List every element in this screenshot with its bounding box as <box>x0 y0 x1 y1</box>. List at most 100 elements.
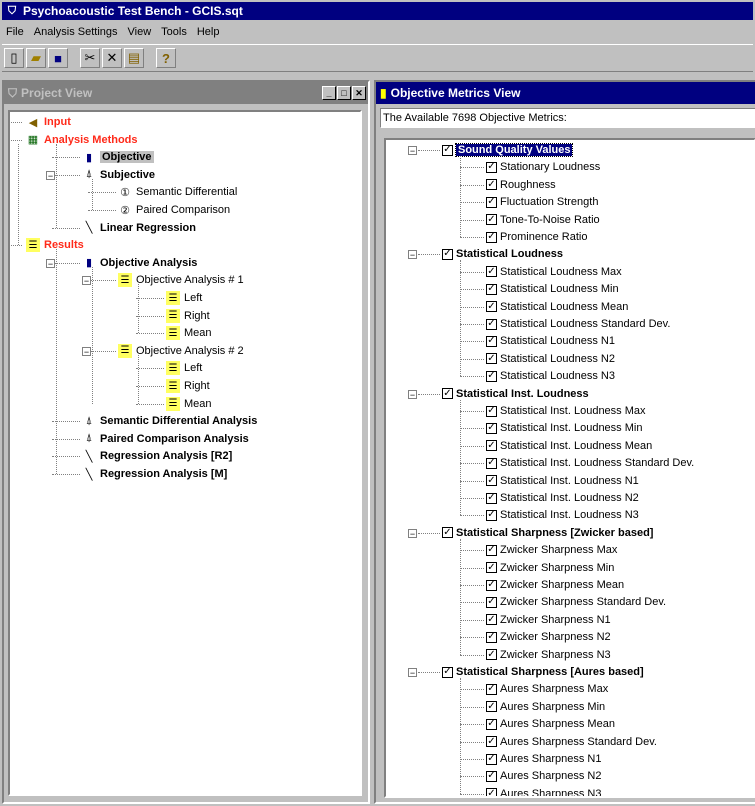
metric-item[interactable]: ✓ Statistical Inst. Loudness Mean <box>486 438 652 454</box>
metric-item[interactable]: ✓ Zwicker Sharpness Min <box>486 560 614 576</box>
metrics-view-header[interactable]: ▮ Objective Metrics View <box>376 82 755 104</box>
tree-node[interactable]: ▦ Analysis Methods <box>26 132 138 148</box>
metric-item[interactable]: ✓ Statistical Inst. Loudness N3 <box>486 507 639 523</box>
expand-toggle[interactable]: − <box>408 668 417 678</box>
menu-file[interactable]: File <box>2 26 28 38</box>
metric-checkbox[interactable]: ✓ <box>486 318 497 330</box>
metric-item[interactable]: ✓ Fluctuation Strength <box>486 194 598 210</box>
metric-item[interactable]: ✓ Aures Sharpness Max <box>486 681 608 697</box>
tree-node[interactable]: ☰ Objective Analysis # 1 <box>118 272 244 288</box>
tree-node[interactable]: ☰ Mean <box>166 396 212 412</box>
metric-item[interactable]: ✓ Stationary Loudness <box>486 159 600 175</box>
metric-checkbox[interactable]: ✓ <box>486 422 497 434</box>
tree-node[interactable]: ◀ Input <box>26 114 71 130</box>
metric-item[interactable]: ✓ Statistical Inst. Loudness N2 <box>486 490 639 506</box>
metrics-tree[interactable]: − ✓ Sound Quality Values ✓ Stationary Loudne… <box>384 138 755 798</box>
tree-node[interactable]: ⍋ Semantic Differential Analysis <box>82 413 258 429</box>
metric-checkbox[interactable]: ✓ <box>486 231 497 243</box>
tree-node[interactable]: ☰ Left <box>166 360 202 376</box>
metric-checkbox[interactable]: ✓ <box>486 457 497 469</box>
tree-node[interactable]: ╲ Regression Analysis [M] <box>82 466 228 482</box>
metric-group-checkbox[interactable]: ✓ <box>442 248 453 260</box>
expand-toggle[interactable]: − <box>46 170 55 180</box>
expand-toggle[interactable]: − <box>408 146 417 156</box>
metric-item[interactable]: ✓ Statistical Loudness Standard Dev. <box>486 316 670 332</box>
expand-toggle[interactable]: − <box>408 250 417 260</box>
metric-item[interactable]: ✓ Statistical Loudness N1 <box>486 333 615 349</box>
metric-item[interactable]: ✓ Statistical Loudness Min <box>486 281 619 297</box>
metric-checkbox[interactable]: ✓ <box>486 492 497 504</box>
metric-item[interactable]: ✓ Aures Sharpness Mean <box>486 716 615 732</box>
metric-checkbox[interactable]: ✓ <box>486 370 497 382</box>
tree-node[interactable]: ▮ Objective Analysis <box>82 255 197 271</box>
tree-node[interactable]: ☰ Right <box>166 308 210 324</box>
metric-checkbox[interactable]: ✓ <box>486 562 497 574</box>
metric-group[interactable]: ✓ Statistical Inst. Loudness <box>442 386 589 402</box>
metric-checkbox[interactable]: ✓ <box>486 353 497 365</box>
metric-item[interactable]: ✓ Aures Sharpness Min <box>486 699 605 715</box>
metric-checkbox[interactable]: ✓ <box>486 736 497 748</box>
metric-item[interactable]: ✓ Statistical Loudness N2 <box>486 351 615 367</box>
tree-node[interactable]: ☰ Mean <box>166 325 212 341</box>
expand-toggle[interactable]: − <box>408 528 417 538</box>
metric-checkbox[interactable]: ✓ <box>486 440 497 452</box>
metric-item[interactable]: ✓ Statistical Inst. Loudness Min <box>486 420 642 436</box>
metric-checkbox[interactable]: ✓ <box>486 544 497 556</box>
tree-node[interactable]: ☰ Objective Analysis # 2 <box>118 343 244 359</box>
metric-checkbox[interactable]: ✓ <box>486 753 497 765</box>
metric-checkbox[interactable]: ✓ <box>486 335 497 347</box>
metric-checkbox[interactable]: ✓ <box>486 283 497 295</box>
paste-button[interactable]: ▤ <box>124 48 144 68</box>
maximize-button[interactable]: □ <box>337 86 351 100</box>
metric-checkbox[interactable]: ✓ <box>486 614 497 626</box>
tree-node[interactable]: ▮ Objective <box>82 149 154 165</box>
help-button[interactable]: ? <box>156 48 176 68</box>
metric-checkbox[interactable]: ✓ <box>486 596 497 608</box>
metric-item[interactable]: ✓ Zwicker Sharpness Standard Dev. <box>486 594 666 610</box>
metric-item[interactable]: ✓ Zwicker Sharpness Mean <box>486 577 624 593</box>
metric-item[interactable]: ✓ Aures Sharpness N3 <box>486 786 602 796</box>
tree-node[interactable]: ╲ Linear Regression <box>82 220 196 236</box>
metric-checkbox[interactable]: ✓ <box>486 509 497 521</box>
cut-button[interactable]: ✂ <box>80 48 100 68</box>
metric-item[interactable]: ✓ Tone-To-Noise Ratio <box>486 212 600 228</box>
metric-group[interactable]: ✓ Sound Quality Values <box>442 142 574 158</box>
metric-item[interactable]: ✓ Roughness <box>486 177 556 193</box>
metric-checkbox[interactable]: ✓ <box>486 683 497 695</box>
tree-node[interactable]: ② Paired Comparison <box>118 202 230 218</box>
metric-group[interactable]: ✓ Statistical Sharpness [Aures based] <box>442 664 644 680</box>
metric-item[interactable]: ✓ Statistical Loudness Max <box>486 264 622 280</box>
metric-checkbox[interactable]: ✓ <box>486 196 497 208</box>
expand-toggle[interactable]: − <box>408 389 417 399</box>
metric-checkbox[interactable]: ✓ <box>486 405 497 417</box>
save-button[interactable]: ■ <box>48 48 68 68</box>
metric-group-checkbox[interactable]: ✓ <box>442 388 453 400</box>
metric-item[interactable]: ✓ Prominence Ratio <box>486 229 587 245</box>
window-titlebar[interactable]: ⛉ Psychoacoustic Test Bench - GCIS.sqt <box>2 2 753 20</box>
expand-toggle[interactable]: − <box>82 346 91 356</box>
menu-tools[interactable]: Tools <box>157 26 191 38</box>
metric-item[interactable]: ✓ Aures Sharpness N2 <box>486 768 602 784</box>
metric-checkbox[interactable]: ✓ <box>486 631 497 643</box>
metric-item[interactable]: ✓ Zwicker Sharpness Max <box>486 542 617 558</box>
menu-analysis-settings[interactable]: Analysis Settings <box>30 26 122 38</box>
metric-item[interactable]: ✓ Statistical Inst. Loudness Standard Dev… <box>486 455 694 471</box>
tree-node[interactable]: ① Semantic Differential <box>118 184 237 200</box>
metric-item[interactable]: ✓ Aures Sharpness N1 <box>486 751 602 767</box>
tree-node[interactable]: ☰ Right <box>166 378 210 394</box>
metric-item[interactable]: ✓ Statistical Loudness N3 <box>486 368 615 384</box>
expand-toggle[interactable]: − <box>46 258 55 268</box>
metric-item[interactable]: ✓ Zwicker Sharpness N2 <box>486 629 611 645</box>
metric-checkbox[interactable]: ✓ <box>486 301 497 313</box>
tree-node[interactable]: ⍋ Paired Comparison Analysis <box>82 431 249 447</box>
expand-toggle[interactable]: − <box>82 276 91 286</box>
metric-checkbox[interactable]: ✓ <box>486 649 497 661</box>
tree-node[interactable]: ☰ Results <box>26 237 84 253</box>
metric-item[interactable]: ✓ Statistical Loudness Mean <box>486 299 628 315</box>
metric-checkbox[interactable]: ✓ <box>486 214 497 226</box>
minimize-button[interactable]: _ <box>322 86 336 100</box>
tree-node[interactable]: ☰ Left <box>166 290 202 306</box>
metric-item[interactable]: ✓ Zwicker Sharpness N1 <box>486 612 611 628</box>
project-view-header[interactable]: ⛉ Project View _ □ ✕ <box>4 82 368 104</box>
metric-checkbox[interactable]: ✓ <box>486 266 497 278</box>
